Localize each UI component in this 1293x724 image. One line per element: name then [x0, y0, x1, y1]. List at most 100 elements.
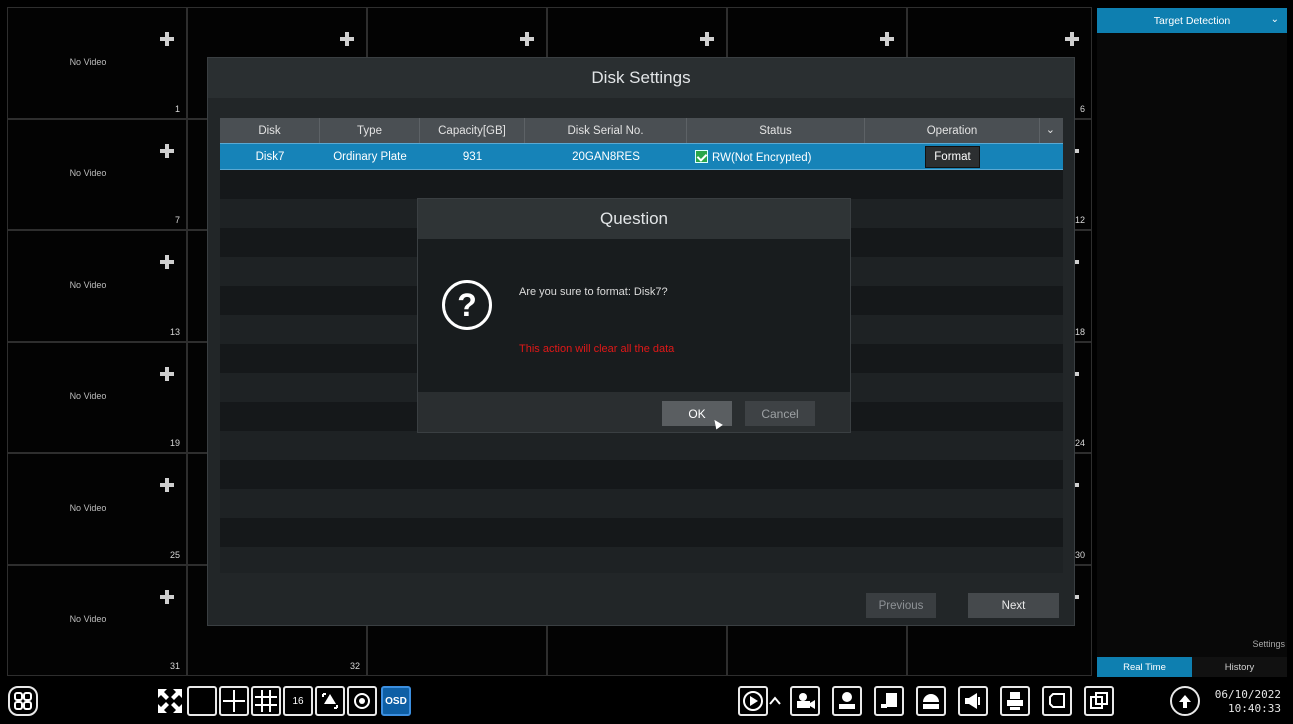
osd-label: OSD: [385, 695, 407, 707]
add-camera-icon[interactable]: [880, 32, 894, 46]
no-video-label: No Video: [69, 168, 107, 179]
cell-capacity: 931: [462, 150, 483, 163]
camera-cell[interactable]: No Video 19: [7, 341, 187, 453]
network-tag-icon[interactable]: [1042, 686, 1072, 716]
checkbox-checked-icon: [695, 149, 708, 163]
add-camera-icon[interactable]: [160, 589, 174, 604]
cell-disk: Disk7: [255, 150, 285, 163]
chevron-up-icon[interactable]: [765, 686, 785, 716]
empty-row: [220, 460, 1063, 489]
question-mark-icon: ?: [442, 280, 492, 330]
start-menu-icon[interactable]: [8, 686, 38, 716]
add-camera-icon[interactable]: [160, 478, 174, 492]
channel-number: 13: [169, 326, 180, 337]
playback-icon[interactable]: [738, 686, 768, 716]
add-camera-icon[interactable]: [160, 143, 174, 158]
channel-number: 18: [1074, 326, 1085, 337]
add-camera-icon[interactable]: [160, 255, 174, 269]
col-type: Type: [320, 118, 420, 143]
channel-number: 31: [169, 661, 180, 671]
empty-row: [220, 547, 1063, 573]
cell-serial: 20GAN8RES: [572, 150, 640, 163]
col-serial: Disk Serial No.: [525, 118, 687, 143]
add-camera-icon[interactable]: [160, 32, 174, 46]
target-detection-dropdown[interactable]: Target Detection ⌄: [1097, 8, 1287, 33]
nine-screen-icon[interactable]: [251, 686, 281, 716]
alarm-speaker-icon[interactable]: [958, 686, 988, 716]
channel-number: 6: [1079, 103, 1085, 114]
camera-cell[interactable]: No Video 1: [7, 7, 187, 119]
channel-number: 7: [174, 215, 180, 225]
single-screen-icon[interactable]: [187, 686, 217, 716]
chevron-down-icon[interactable]: ⌄: [1046, 123, 1055, 136]
channel-number: 25: [169, 549, 180, 560]
settings-link[interactable]: Settings: [1252, 639, 1285, 649]
question-message: Are you sure to format: Disk7?: [519, 286, 668, 298]
cell-type: Ordinary Plate: [333, 150, 407, 163]
empty-row: [220, 518, 1063, 547]
quad-screen-icon[interactable]: [219, 686, 249, 716]
chevron-down-icon: ⌄: [1270, 14, 1279, 25]
channel-number: 30: [1074, 549, 1085, 560]
add-camera-icon[interactable]: [700, 32, 714, 46]
no-video-label: No Video: [69, 279, 107, 290]
status-text: RW(Not Encrypted): [712, 151, 812, 164]
question-dialog: Question ? Are you sure to format: Disk7…: [417, 198, 851, 433]
col-capacity: Capacity[GB]: [420, 118, 525, 143]
osd-toggle-button[interactable]: OSD: [381, 686, 411, 716]
clock-time: 10:40:33: [1228, 702, 1281, 715]
camera-cell[interactable]: No Video 25: [7, 453, 187, 565]
panel-tabs: Real Time History: [1097, 657, 1287, 677]
taskbar: 16 OSD 06/10/2022 10:40:33: [0, 678, 1293, 724]
dropdown-label: Target Detection: [1153, 14, 1231, 27]
add-camera-icon[interactable]: [160, 366, 174, 381]
no-video-label: No Video: [69, 56, 107, 67]
warning-message: This action will clear all the data: [519, 343, 675, 355]
table-row[interactable]: Disk7 Ordinary Plate 931 20GAN8RES RW(No…: [220, 143, 1063, 170]
format-button[interactable]: Format: [925, 145, 980, 168]
add-camera-icon[interactable]: [340, 32, 354, 46]
cell-status: RW(Not Encrypted): [687, 149, 865, 164]
fullscreen-icon[interactable]: [155, 686, 185, 716]
camera-cell[interactable]: No Video 13: [7, 230, 187, 342]
empty-row: [220, 489, 1063, 518]
disk-settings-title: Disk Settings: [208, 58, 1074, 98]
add-camera-icon[interactable]: [1065, 32, 1079, 46]
empty-row: [220, 170, 1063, 199]
no-video-label: No Video: [69, 614, 107, 625]
next-button[interactable]: Next: [968, 593, 1059, 618]
question-title: Question: [418, 199, 850, 239]
col-disk: Disk: [220, 118, 320, 143]
cell-operation: Format: [865, 145, 1040, 168]
channel-number: 1: [174, 103, 180, 114]
sequence-view-icon[interactable]: [347, 686, 377, 716]
right-panel: Target Detection ⌄ Settings Real Time Hi…: [1097, 8, 1287, 677]
sixteen-screen-icon[interactable]: 16: [283, 686, 313, 716]
window-switch-icon[interactable]: [1084, 686, 1114, 716]
cancel-button[interactable]: Cancel: [745, 401, 815, 426]
table-header: Disk Type Capacity[GB] Disk Serial No. S…: [220, 118, 1063, 143]
printer-icon[interactable]: [1000, 686, 1030, 716]
add-camera-icon[interactable]: [520, 32, 534, 46]
camera-cell[interactable]: No Video 31: [7, 564, 187, 676]
record-status-icon[interactable]: [874, 686, 904, 716]
channel-number: 12: [1074, 215, 1085, 225]
previous-button[interactable]: Previous: [866, 593, 936, 618]
channel-number: 19: [169, 438, 180, 448]
picture-in-picture-icon[interactable]: [315, 686, 345, 716]
tab-real-time[interactable]: Real Time: [1097, 657, 1192, 677]
system-clock: 06/10/2022 10:40:33: [1215, 688, 1281, 716]
empty-row: [220, 431, 1063, 460]
no-video-label: No Video: [69, 391, 107, 402]
camera-icon[interactable]: [790, 686, 820, 716]
tab-history[interactable]: History: [1192, 657, 1287, 677]
clock-date: 06/10/2022: [1214, 688, 1281, 701]
multiscreen-label: 16: [292, 695, 304, 707]
user-alarm-icon[interactable]: [832, 686, 862, 716]
col-operation: Operation: [865, 118, 1040, 143]
channel-number: 32: [349, 661, 360, 671]
col-status: Status: [687, 118, 865, 143]
cloud-upgrade-icon[interactable]: [1170, 686, 1200, 716]
disk-icon[interactable]: [916, 686, 946, 716]
camera-cell[interactable]: No Video 7: [7, 118, 187, 230]
